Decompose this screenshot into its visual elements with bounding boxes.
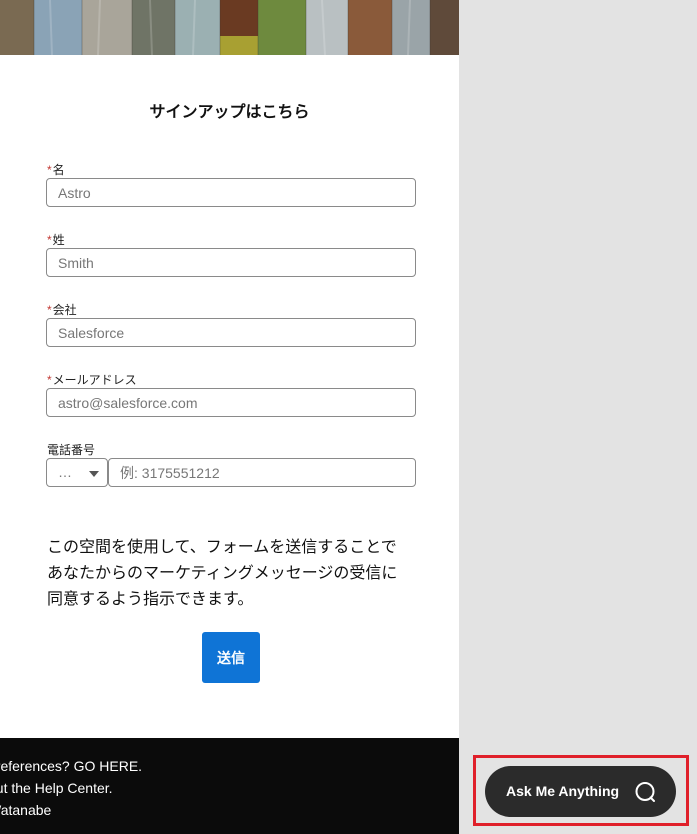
page: サインアップはこちら *名 *姓 *会社 *メールアドレス 電話番号 … この空… (0, 0, 697, 834)
required-mark: * (47, 373, 52, 387)
signup-panel: サインアップはこちら *名 *姓 *会社 *メールアドレス 電話番号 … この空… (0, 0, 459, 834)
first-name-label: *名 (47, 161, 65, 178)
company-label: *会社 (47, 301, 77, 318)
email-label: *メールアドレス (47, 371, 137, 388)
wood-banner-image (0, 0, 459, 55)
required-mark: * (47, 233, 52, 247)
submit-button[interactable]: 送信 (202, 632, 260, 683)
footer-help-center-text: out the Help Center. (0, 780, 113, 796)
last-name-input[interactable] (46, 248, 416, 277)
consent-line: あなたからのマーケティングメッセージの受信に (47, 565, 398, 582)
chat-bubble-icon (634, 781, 656, 808)
email-input[interactable] (46, 388, 416, 417)
last-name-label-text: 姓 (52, 233, 65, 247)
phone-input[interactable] (108, 458, 416, 487)
company-input[interactable] (46, 318, 416, 347)
consent-line: この空間を使用して、フォームを送信することで (47, 539, 397, 556)
footer: preferences? GO HERE. out the Help Cente… (0, 738, 459, 834)
first-name-label-text: 名 (52, 163, 65, 177)
footer-preferences-link[interactable]: preferences? GO HERE. (0, 758, 142, 774)
country-code-select[interactable]: … (46, 458, 108, 487)
consent-line: 同意するよう指示できます。 (47, 591, 254, 608)
email-label-text: メールアドレス (52, 373, 137, 387)
ask-me-anything-button[interactable]: Ask Me Anything (485, 766, 676, 817)
phone-label: 電話番号 (47, 443, 96, 457)
required-mark: * (47, 163, 52, 177)
last-name-label: *姓 (47, 231, 65, 248)
form-title: サインアップはこちら (149, 104, 310, 121)
footer-name-text: Watanabe (0, 802, 52, 818)
first-name-input[interactable] (46, 178, 416, 207)
consent-text: この空間を使用して、フォームを送信することで あなたからのマーケティングメッセー… (47, 535, 417, 613)
required-mark: * (47, 303, 52, 317)
country-code-value: … (58, 464, 72, 480)
chevron-down-icon (89, 471, 99, 477)
ask-me-anything-label: Ask Me Anything (506, 783, 620, 799)
company-label-text: 会社 (52, 303, 77, 317)
